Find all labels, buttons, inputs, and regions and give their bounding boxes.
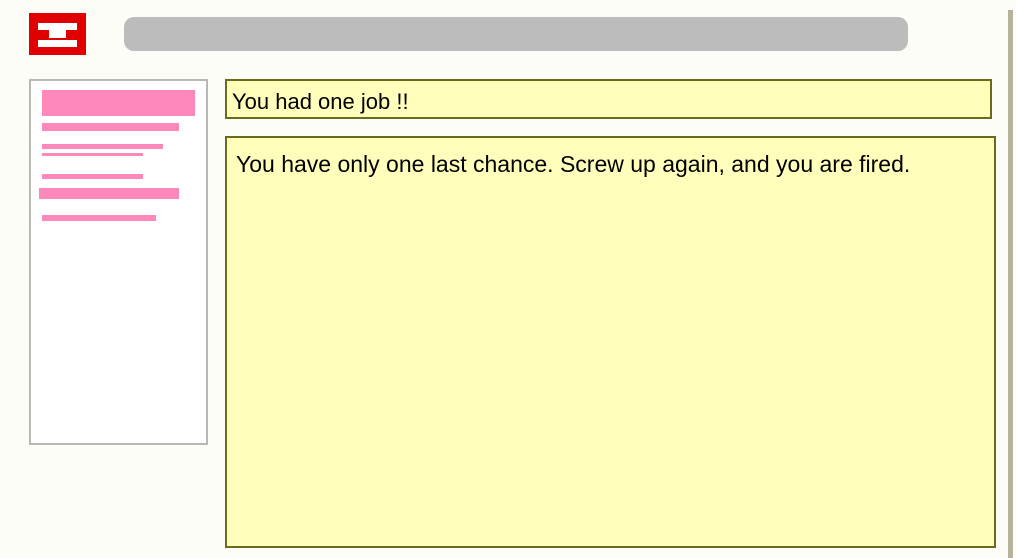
sidebar-item[interactable] <box>42 144 163 149</box>
message-body-field[interactable]: You have only one last chance. Screw up … <box>225 136 996 548</box>
message-body-text: You have only one last chance. Screw up … <box>236 151 911 177</box>
subject-text: You had one job !! <box>232 89 409 114</box>
sidebar-item[interactable] <box>42 123 179 131</box>
sidebar-item-active[interactable] <box>42 90 195 116</box>
sidebar-item[interactable] <box>42 174 143 179</box>
address-bar[interactable] <box>124 17 908 51</box>
window-edge <box>1008 10 1013 558</box>
sidebar <box>29 79 208 445</box>
sidebar-item[interactable] <box>42 153 143 156</box>
logo-bar-bottom <box>38 40 77 47</box>
sidebar-item[interactable] <box>42 215 156 221</box>
logo-bar-middle <box>49 30 66 38</box>
app-logo-icon[interactable] <box>29 13 86 55</box>
logo-bar-top <box>38 23 77 30</box>
subject-field[interactable]: You had one job !! <box>225 79 992 119</box>
sidebar-item[interactable] <box>39 188 179 199</box>
